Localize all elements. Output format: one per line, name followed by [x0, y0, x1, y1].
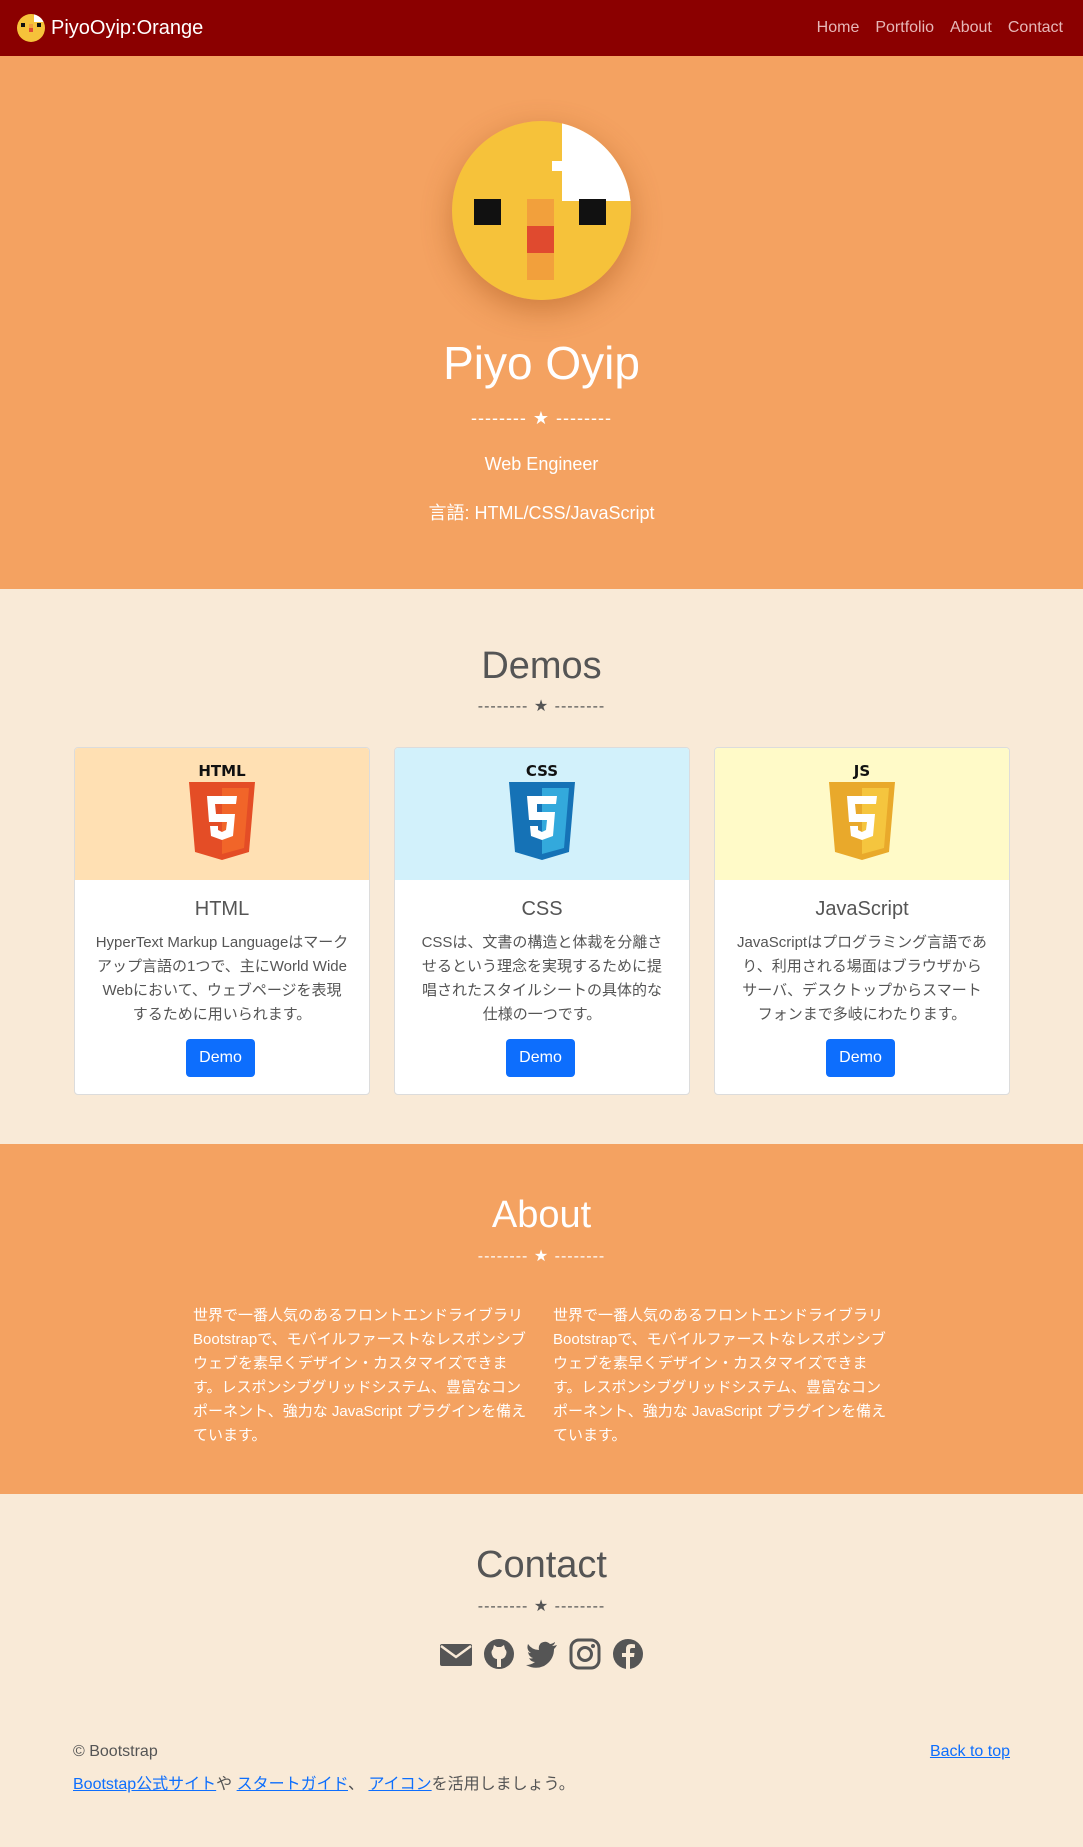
- nav-contact[interactable]: Contact: [1008, 19, 1063, 37]
- contact-icons: [0, 1637, 1083, 1671]
- svg-text:JS: JS: [853, 762, 870, 780]
- card-text: HyperText Markup Languageはマークアップ言語の1つで、主…: [95, 934, 349, 1023]
- card-text: JavaScriptはプログラミング言語であり、利用される場面はブラウザからサー…: [737, 934, 987, 1023]
- contact-divider: -------- ★ --------: [477, 1598, 606, 1615]
- demo-button-css[interactable]: Demo: [506, 1039, 575, 1077]
- nav-portfolio[interactable]: Portfolio: [875, 19, 934, 37]
- svg-text:CSS: CSS: [526, 762, 558, 780]
- html5-logo-icon: HTML: [187, 762, 257, 867]
- facebook-icon[interactable]: [611, 1637, 645, 1671]
- card-title: HTML: [194, 898, 250, 920]
- footer-links: Bootstap公式サイトや スタートガイド、 アイコンを活用しましょう。: [73, 1770, 575, 1794]
- footer-tail: を活用しましょう。: [431, 1776, 575, 1793]
- about-section: About -------- ★ -------- 世界で一番人気のあるフロント…: [0, 1144, 1083, 1494]
- card-header: CSS: [395, 748, 689, 880]
- hero-section: Piyo Oyip -------- ★ -------- Web Engine…: [0, 56, 1083, 589]
- hero-languages: 言語: HTML/CSS/JavaScript: [428, 503, 655, 523]
- about-title: About: [491, 1194, 592, 1236]
- hero-role: Web Engineer: [484, 454, 599, 474]
- nav-links: Home Portfolio About Contact: [801, 19, 1063, 37]
- chick-avatar-icon: [452, 121, 631, 300]
- demos-title: Demos: [481, 645, 602, 687]
- demo-card-css: CSS CSS CSSは、文書の構造と体裁を分離させるという理念を実現するために…: [394, 747, 690, 1095]
- svg-text:HTML: HTML: [198, 762, 246, 780]
- brand-link[interactable]: PiyoOyip:Orange: [17, 14, 203, 42]
- card-title: JavaScript: [815, 898, 909, 920]
- mail-icon[interactable]: [439, 1637, 473, 1671]
- demo-card-html: HTML HTML HyperText Markup Languageはマークア…: [74, 747, 370, 1095]
- about-divider: -------- ★ --------: [477, 1248, 606, 1265]
- contact-title: Contact: [476, 1544, 607, 1586]
- twitter-icon[interactable]: [525, 1637, 559, 1671]
- nav-home[interactable]: Home: [817, 19, 860, 37]
- card-header: JS: [715, 748, 1009, 880]
- about-text-left: 世界で一番人気のあるフロントエンドライブラリBootstrapで、モバイルファー…: [193, 1307, 527, 1444]
- chick-logo-icon: [17, 14, 45, 42]
- demo-card-javascript: JS JavaScript JavaScriptはプログラミング言語であり、利用…: [714, 747, 1010, 1095]
- navbar: PiyoOyip:Orange Home Portfolio About Con…: [0, 0, 1083, 56]
- css3-logo-icon: CSS: [507, 762, 577, 867]
- demo-button-html[interactable]: Demo: [186, 1039, 255, 1077]
- demo-button-javascript[interactable]: Demo: [826, 1039, 895, 1077]
- back-to-top-link[interactable]: Back to top: [930, 1743, 1010, 1761]
- nav-about[interactable]: About: [950, 19, 992, 37]
- card-title: CSS: [521, 898, 563, 920]
- getting-started-link[interactable]: スタートガイド: [237, 1776, 348, 1793]
- brand-name: PiyoOyip:Orange: [51, 16, 204, 39]
- about-text-right: 世界で一番人気のあるフロントエンドライブラリBootstrapで、モバイルファー…: [553, 1307, 887, 1444]
- footer-separator: や: [216, 1776, 237, 1793]
- hero-divider: -------- ★ --------: [470, 408, 613, 428]
- card-header: HTML: [75, 748, 369, 880]
- hero-name: Piyo Oyip: [443, 337, 640, 389]
- bootstrap-site-link[interactable]: Bootstap公式サイト: [73, 1776, 216, 1793]
- footer-separator: 、: [348, 1776, 369, 1793]
- github-icon[interactable]: [482, 1637, 516, 1671]
- card-text: CSSは、文書の構造と体裁を分離させるという理念を実現するために提唱されたスタイ…: [421, 934, 663, 1023]
- demos-section: Demos -------- ★ -------- HTML HTML Hype…: [0, 589, 1083, 1144]
- footer: © Bootstrap Bootstap公式サイトや スタートガイド、 アイコン…: [0, 1678, 1083, 1847]
- icons-link[interactable]: アイコン: [368, 1776, 431, 1793]
- instagram-icon[interactable]: [568, 1637, 602, 1671]
- demos-divider: -------- ★ --------: [477, 698, 606, 715]
- js-logo-icon: JS: [827, 762, 897, 867]
- contact-section: Contact -------- ★ --------: [0, 1494, 1083, 1678]
- copyright: © Bootstrap: [73, 1743, 158, 1760]
